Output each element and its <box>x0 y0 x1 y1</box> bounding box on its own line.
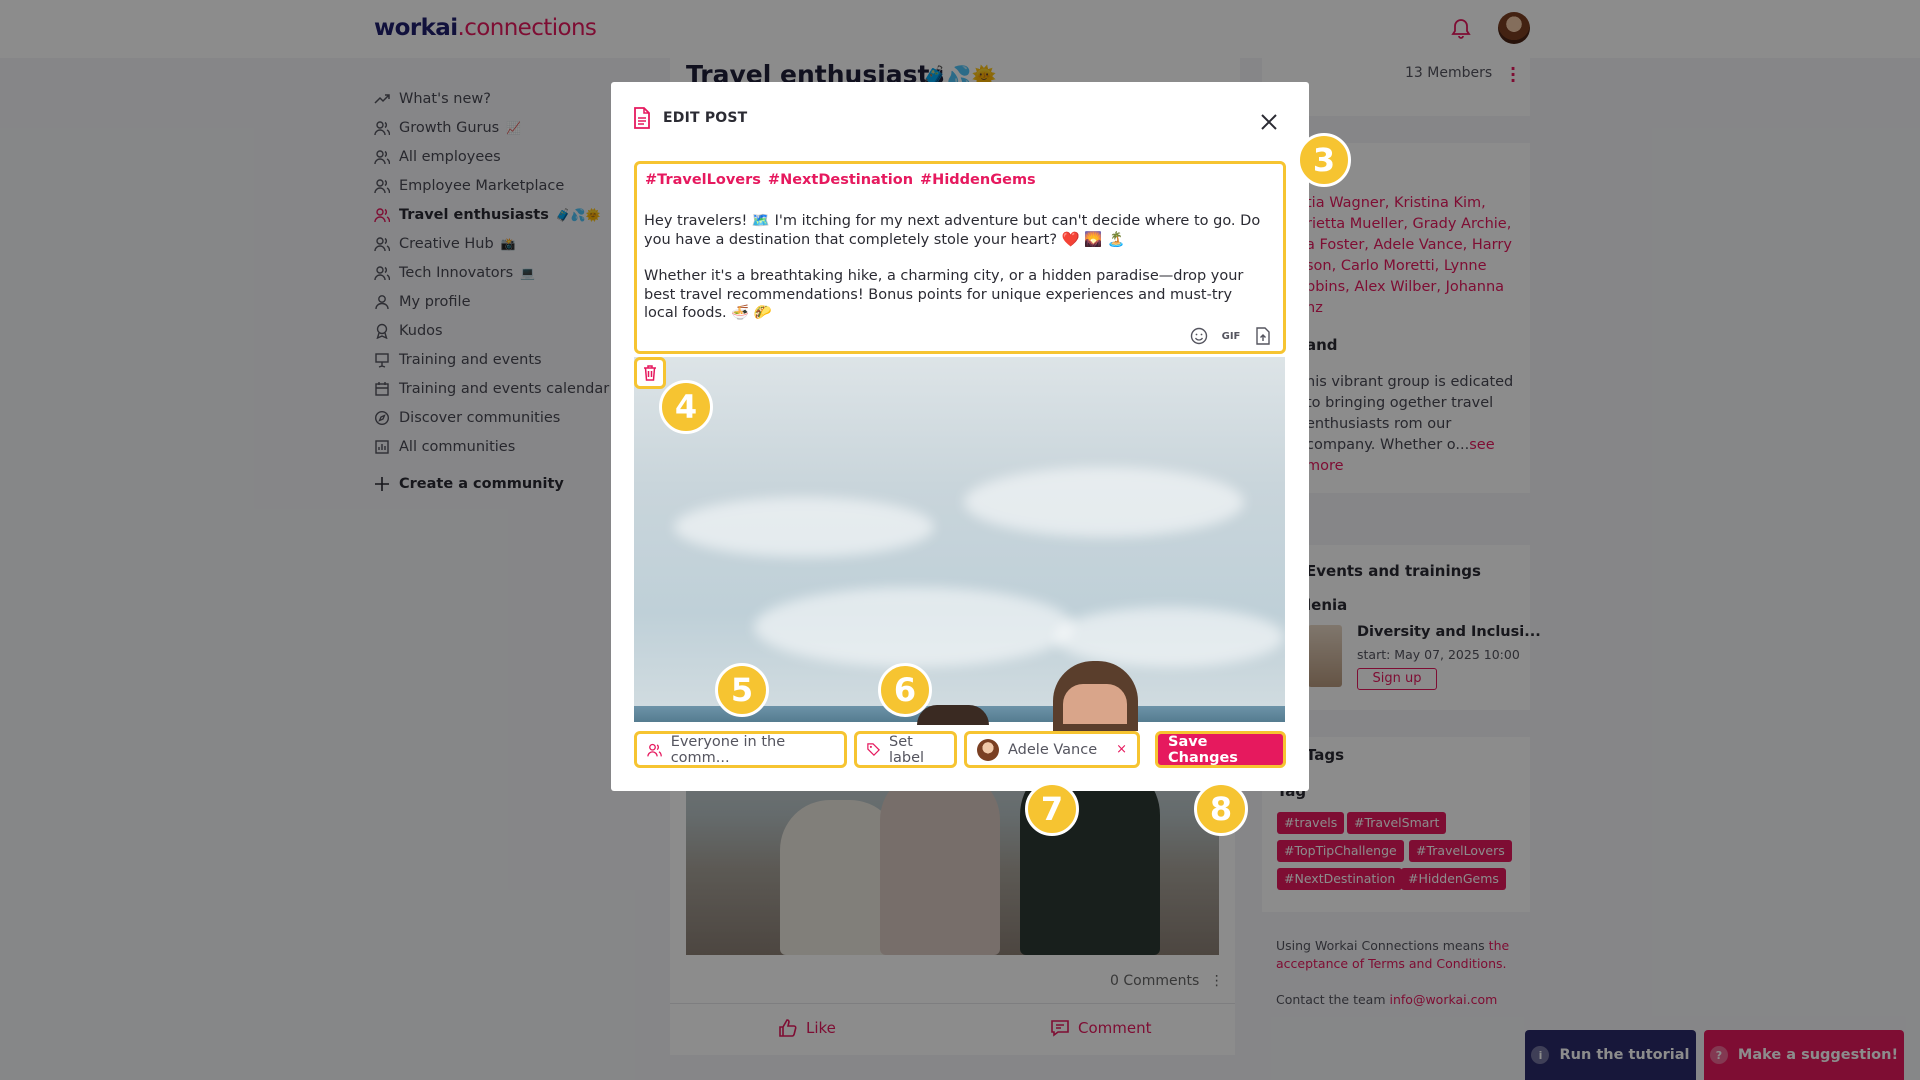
user-avatar <box>977 738 999 761</box>
hashtag-list: #TravelLovers #NextDestination #HiddenGe… <box>645 172 1036 188</box>
post-paragraph: Whether it's a breathtaking hike, a char… <box>644 268 1244 321</box>
step-marker-3: 3 <box>1297 133 1351 187</box>
step-marker-6: 6 <box>878 663 932 717</box>
cloud-shape <box>674 497 934 557</box>
photo-person-shape <box>1063 684 1127 724</box>
set-label-text: Set label <box>889 733 925 766</box>
modal-title: EDIT POST <box>663 110 748 126</box>
set-label-button[interactable]: Set label <box>854 731 957 768</box>
tag-icon <box>867 743 880 756</box>
step-marker-4: 4 <box>659 380 713 434</box>
cloud-shape <box>1054 607 1284 667</box>
tagged-user-chip[interactable]: Adele Vance × <box>964 731 1140 768</box>
close-icon[interactable] <box>1259 112 1279 132</box>
save-changes-button[interactable]: Save Changes <box>1155 731 1286 768</box>
post-paragraph: Hey travelers! 🗺️ I'm itching for my nex… <box>644 213 1261 248</box>
emoji-icon[interactable] <box>1189 326 1209 346</box>
audience-selector[interactable]: Everyone in the comm... <box>634 731 847 768</box>
hashtag[interactable]: #NextDestination <box>768 172 913 188</box>
cloud-shape <box>754 587 1074 667</box>
photo-person-shape <box>917 705 989 725</box>
step-marker-5: 5 <box>715 663 769 717</box>
hashtag[interactable]: #TravelLovers <box>645 172 761 188</box>
post-body-text[interactable]: Hey travelers! 🗺️ I'm itching for my nex… <box>644 212 1264 341</box>
audience-label: Everyone in the comm... <box>670 733 786 766</box>
step-marker-8: 8 <box>1194 782 1248 836</box>
gif-button[interactable]: GIF <box>1221 326 1241 346</box>
attach-file-icon[interactable] <box>1253 326 1273 346</box>
cloud-shape <box>964 467 1244 537</box>
step-marker-7: 7 <box>1025 782 1079 836</box>
hashtag[interactable]: #HiddenGems <box>920 172 1036 188</box>
trash-icon <box>644 365 656 381</box>
remove-user-icon[interactable]: × <box>1116 742 1127 757</box>
people-icon <box>647 743 662 756</box>
delete-image-button[interactable] <box>634 357 666 389</box>
tagged-user-name: Adele Vance <box>1008 741 1098 758</box>
document-icon <box>633 107 651 133</box>
editor-toolbar: GIF <box>1189 326 1273 346</box>
